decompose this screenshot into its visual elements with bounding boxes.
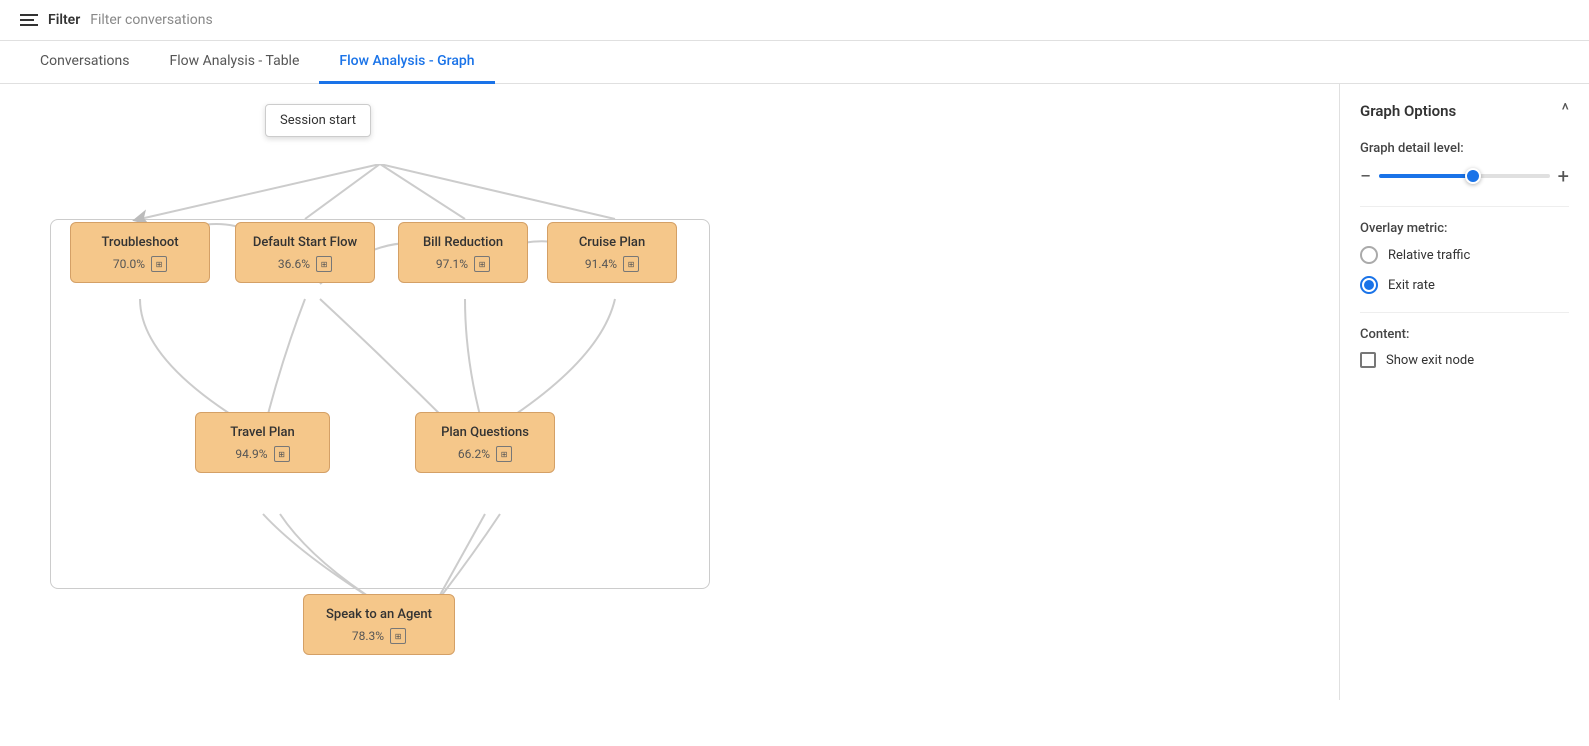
node-default-icon[interactable]: ⊞: [316, 256, 332, 272]
node-cruise-plan[interactable]: Cruise Plan 91.4% ⊞: [547, 222, 677, 283]
node-plan-q-icon[interactable]: ⊞: [496, 446, 512, 462]
content-section: Content: Show exit node: [1360, 327, 1569, 368]
overlay-metric-section: Overlay metric: Relative traffic Exit ra…: [1360, 221, 1569, 294]
flow-graph[interactable]: Troubleshoot 70.0% ⊞ Default Start Flow …: [40, 164, 740, 700]
node-agent-value: 78.3%: [352, 629, 384, 643]
node-agent-title: Speak to an Agent: [318, 607, 440, 622]
node-troubleshoot-meta: 70.0% ⊞: [85, 256, 195, 272]
content-label: Content:: [1360, 327, 1569, 342]
node-bill-value: 97.1%: [436, 257, 468, 271]
node-travel-icon[interactable]: ⊞: [274, 446, 290, 462]
filter-label: Filter: [48, 12, 80, 28]
node-travel-plan[interactable]: Travel Plan 94.9% ⊞: [195, 412, 330, 473]
node-plan-q-value: 66.2%: [458, 447, 490, 461]
show-exit-node-label: Show exit node: [1386, 353, 1474, 368]
radio-exit-label: Exit rate: [1388, 278, 1435, 293]
panel-collapse-button[interactable]: ^: [1561, 100, 1569, 121]
show-exit-node-option[interactable]: Show exit node: [1360, 352, 1569, 368]
filter-icon[interactable]: [20, 14, 38, 26]
node-default-title: Default Start Flow: [250, 235, 360, 250]
node-cruise-value: 91.4%: [585, 257, 617, 271]
show-exit-node-checkbox[interactable]: [1360, 352, 1376, 368]
node-agent-icon[interactable]: ⊞: [390, 628, 406, 644]
radio-relative-label: Relative traffic: [1388, 248, 1470, 263]
node-travel-title: Travel Plan: [210, 425, 315, 440]
divider-2: [1360, 312, 1569, 313]
panel-header: Graph Options ^: [1360, 100, 1569, 121]
slider-minus-button[interactable]: −: [1360, 166, 1371, 186]
detail-level-label: Graph detail level:: [1360, 141, 1569, 156]
node-troubleshoot-title: Troubleshoot: [85, 235, 195, 250]
tab-conversations[interactable]: Conversations: [20, 41, 149, 84]
tab-flow-graph[interactable]: Flow Analysis - Graph: [319, 41, 494, 84]
node-agent-meta: 78.3% ⊞: [318, 628, 440, 644]
detail-level-section: Graph detail level: − +: [1360, 141, 1569, 186]
node-travel-meta: 94.9% ⊞: [210, 446, 315, 462]
slider-row: − +: [1360, 166, 1569, 186]
node-travel-value: 94.9%: [235, 447, 267, 461]
main-content: Session start: [0, 84, 1589, 700]
graph-area[interactable]: Session start: [0, 84, 1339, 700]
radio-exit-outer[interactable]: [1360, 276, 1378, 294]
overlay-metric-label: Overlay metric:: [1360, 221, 1569, 236]
node-bill-reduction[interactable]: Bill Reduction 97.1% ⊞: [398, 222, 528, 283]
slider-plus-button[interactable]: +: [1558, 166, 1569, 186]
node-bill-icon[interactable]: ⊞: [474, 256, 490, 272]
panel-title: Graph Options: [1360, 102, 1456, 120]
node-default-meta: 36.6% ⊞: [250, 256, 360, 272]
node-plan-q-meta: 66.2% ⊞: [430, 446, 540, 462]
filter-bar: Filter Filter conversations: [0, 0, 1589, 41]
node-plan-questions[interactable]: Plan Questions 66.2% ⊞: [415, 412, 555, 473]
node-cruise-icon[interactable]: ⊞: [623, 256, 639, 272]
node-default-start[interactable]: Default Start Flow 36.6% ⊞: [235, 222, 375, 283]
radio-relative-outer[interactable]: [1360, 246, 1378, 264]
node-speak-agent[interactable]: Speak to an Agent 78.3% ⊞: [303, 594, 455, 655]
node-cruise-meta: 91.4% ⊞: [562, 256, 662, 272]
session-start-tooltip: Session start: [265, 104, 371, 137]
tab-bar: Conversations Flow Analysis - Table Flow…: [0, 41, 1589, 84]
node-troubleshoot-icon[interactable]: ⊞: [151, 256, 167, 272]
node-default-value: 36.6%: [278, 257, 310, 271]
slider-thumb[interactable]: [1465, 168, 1481, 184]
divider-1: [1360, 206, 1569, 207]
tab-flow-table[interactable]: Flow Analysis - Table: [149, 41, 319, 84]
filter-placeholder[interactable]: Filter conversations: [90, 12, 212, 28]
slider-fill: [1379, 174, 1473, 178]
node-cruise-title: Cruise Plan: [562, 235, 662, 250]
radio-exit-rate[interactable]: Exit rate: [1360, 276, 1569, 294]
node-plan-q-title: Plan Questions: [430, 425, 540, 440]
node-troubleshoot[interactable]: Troubleshoot 70.0% ⊞: [70, 222, 210, 283]
node-troubleshoot-value: 70.0%: [113, 257, 145, 271]
radio-exit-inner: [1364, 280, 1374, 290]
graph-options-panel: Graph Options ^ Graph detail level: − + …: [1339, 84, 1589, 700]
radio-relative-traffic[interactable]: Relative traffic: [1360, 246, 1569, 264]
node-bill-title: Bill Reduction: [413, 235, 513, 250]
slider-track[interactable]: [1379, 174, 1549, 178]
node-bill-meta: 97.1% ⊞: [413, 256, 513, 272]
